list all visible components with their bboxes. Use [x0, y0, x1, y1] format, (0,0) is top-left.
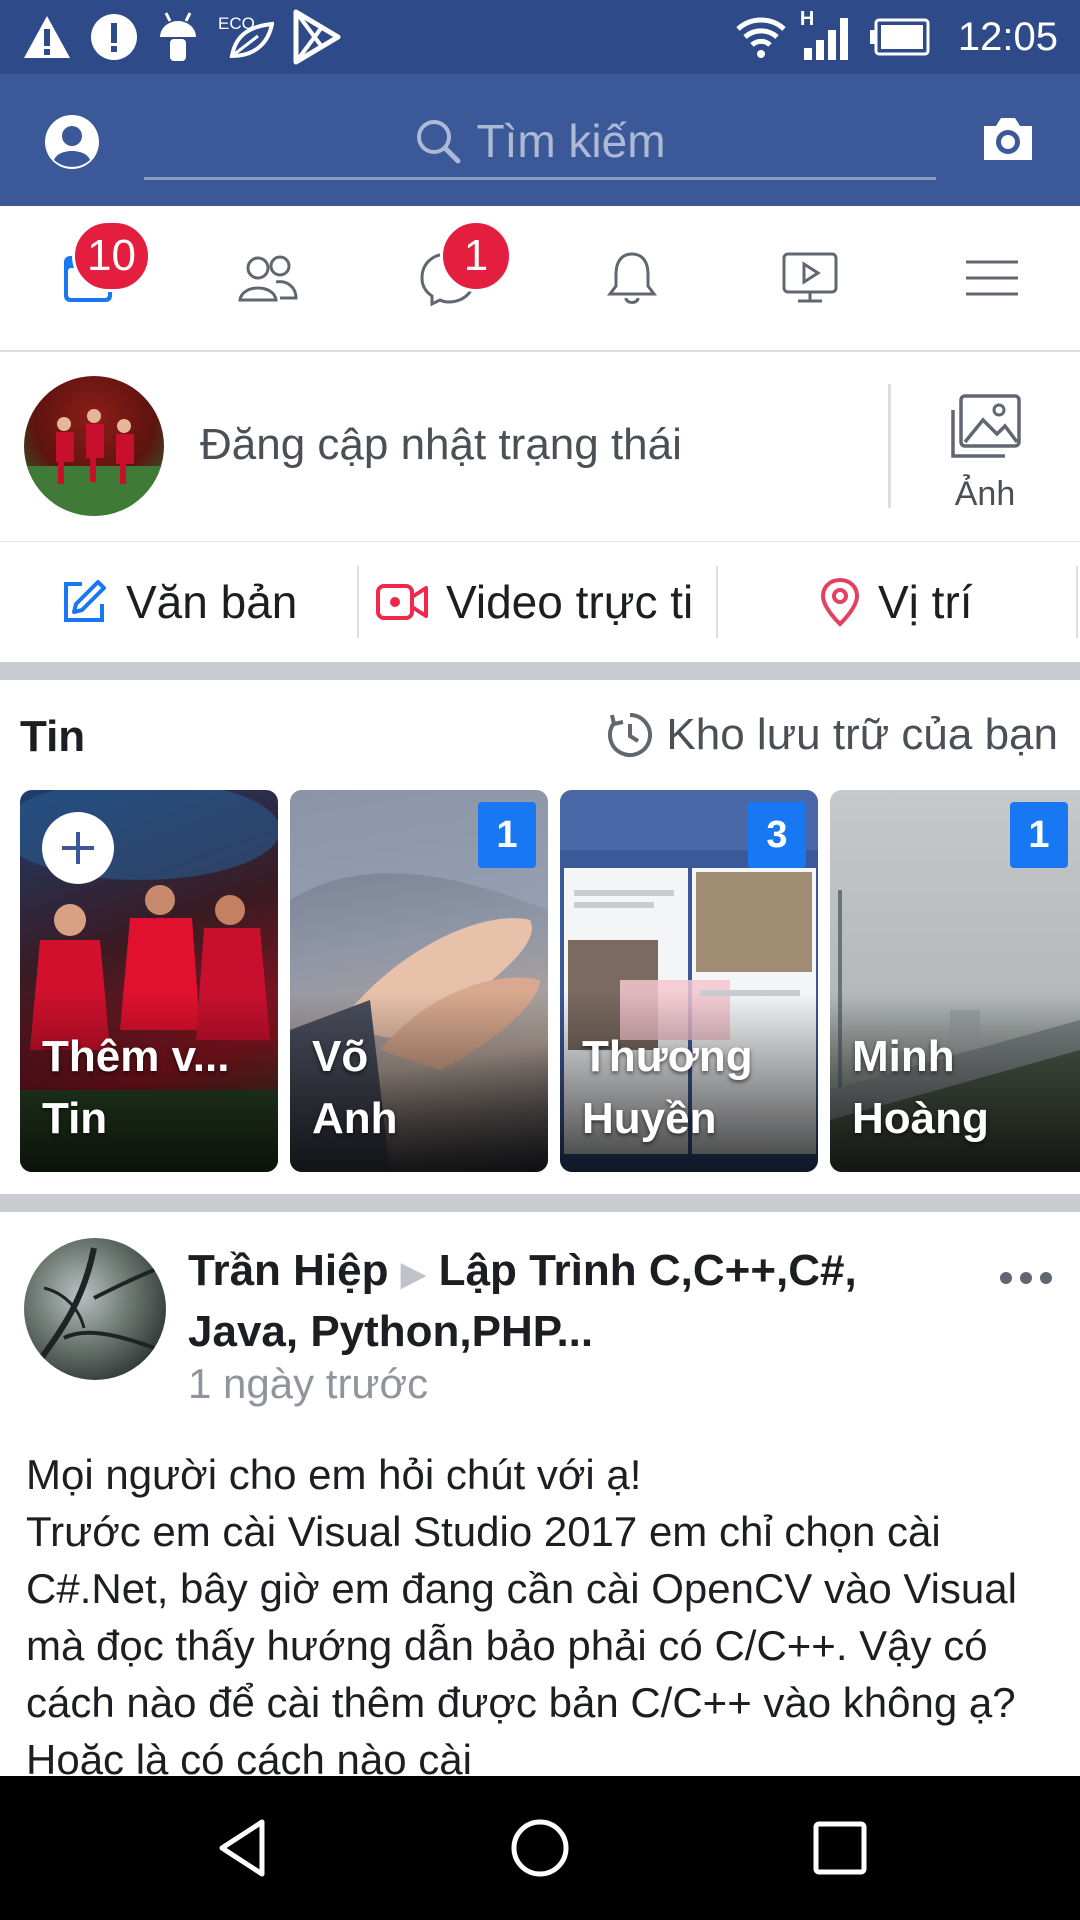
tab-friends[interactable]	[236, 248, 306, 308]
location-icon	[820, 577, 860, 627]
tab-news-feed[interactable]: 10	[58, 220, 151, 308]
story-name-line1: Thêm v...	[42, 1032, 230, 1081]
story-card[interactable]: 1 Võ Anh	[290, 790, 548, 1172]
nav-tabs: 10 1	[0, 206, 1080, 352]
story-count-badge: 1	[1010, 802, 1068, 868]
android-icon	[160, 12, 196, 61]
battery-icon	[869, 18, 930, 56]
text-label: Văn bản	[126, 576, 298, 628]
stories-title: Tin	[20, 712, 86, 761]
add-story-button[interactable]	[42, 812, 114, 884]
messenger-badge: 1	[440, 220, 512, 292]
photo-icon	[951, 394, 1021, 458]
story-archive-link[interactable]: Kho lưu trữ của bạn	[606, 710, 1058, 760]
avatar[interactable]	[24, 376, 164, 516]
search-placeholder: Tìm kiếm	[476, 114, 666, 167]
section-divider	[0, 662, 1080, 680]
menu-icon	[966, 260, 1018, 296]
search-icon	[417, 119, 461, 163]
story-count-badge: 1	[478, 802, 536, 868]
app-header: Tìm kiếm	[0, 74, 1080, 206]
post-timestamp[interactable]: 1 ngày trước	[188, 1360, 428, 1408]
post-body: Mọi người cho em hỏi chút với ạ! Trước e…	[26, 1451, 1017, 1776]
story-name: Thương Huyền	[582, 1026, 802, 1150]
search-bar[interactable]: Tìm kiếm	[144, 104, 936, 180]
system-navigation-bar	[0, 1776, 1080, 1920]
story-name-line1: Minh	[852, 1032, 955, 1081]
live-video-label: Video trực ti	[446, 576, 694, 628]
play-store-icon	[293, 9, 341, 65]
story-name-line1: Võ	[312, 1032, 369, 1081]
watch-icon	[782, 252, 838, 303]
status-bar: ECO H 12:05	[0, 0, 1080, 74]
recents-icon[interactable]	[808, 1816, 872, 1880]
composer-actions: Văn bản Video trực ti Vị trí	[0, 542, 1080, 662]
story-name: Minh Hoàng	[852, 1026, 1072, 1150]
action-divider	[716, 566, 718, 638]
warning-icon	[24, 16, 70, 58]
news-feed-badge: 10	[72, 220, 151, 292]
story-count-badge: 3	[748, 802, 806, 868]
clock-icon	[608, 713, 653, 757]
bell-icon	[607, 252, 657, 304]
wifi-icon	[736, 17, 786, 58]
more-options-icon[interactable]	[998, 1268, 1054, 1288]
plus-icon	[62, 832, 94, 864]
status-time: 12:05	[957, 14, 1058, 59]
location-button[interactable]: Vị trí	[820, 542, 973, 662]
live-video-icon	[376, 584, 428, 620]
story-name-line2: Anh	[312, 1094, 398, 1143]
post-author-avatar[interactable]	[24, 1238, 166, 1380]
profile-icon[interactable]	[44, 114, 100, 170]
location-label: Vị trí	[878, 576, 973, 628]
story-name-line2: Hoàng	[852, 1094, 989, 1143]
story-name-line2: Huyền	[582, 1094, 717, 1143]
story-card[interactable]: 1 Minh Hoàng	[830, 790, 1080, 1172]
status-composer: Đăng cập nhật trạng thái Ảnh	[0, 352, 1080, 542]
home-icon[interactable]	[508, 1816, 572, 1880]
story-name: Võ Anh	[312, 1026, 532, 1150]
composer-divider	[888, 384, 891, 508]
post-author-name[interactable]: Trần Hiệp	[188, 1246, 389, 1295]
status-prompt[interactable]: Đăng cập nhật trạng thái	[200, 420, 682, 470]
action-divider	[1076, 566, 1078, 638]
story-card-add[interactable]: Thêm v... Tin	[20, 790, 278, 1172]
tab-notifications[interactable]	[602, 248, 672, 308]
photo-label: Ảnh	[954, 475, 1016, 513]
story-name-line2: Tin	[42, 1094, 108, 1143]
stories-header: Tin Kho lưu trữ của bạn	[0, 690, 1080, 780]
edit-icon	[64, 580, 106, 622]
story-name-line1: Thương	[582, 1032, 753, 1081]
archive-label: Kho lưu trữ của bạn	[666, 710, 1058, 759]
story-name: Thêm v... Tin	[42, 1026, 262, 1150]
signal-icon: H	[800, 8, 856, 62]
tab-menu[interactable]	[962, 248, 1032, 308]
text-button[interactable]: Văn bản	[60, 542, 297, 662]
photo-button[interactable]: Ảnh	[940, 392, 1030, 522]
action-divider	[357, 566, 359, 638]
friends-icon	[238, 255, 298, 302]
alert-icon	[91, 14, 137, 60]
post-header: Trần Hiệp ▶ Lập Trình C,C++,C#, Java, Pyth…	[188, 1242, 928, 1361]
eco-leaf-icon: ECO	[218, 12, 274, 62]
post-arrow: ▶	[400, 1255, 427, 1293]
back-icon[interactable]	[210, 1816, 274, 1880]
live-video-button[interactable]: Video trực ti	[376, 542, 693, 662]
tab-messenger[interactable]: 1	[418, 220, 512, 308]
camera-icon[interactable]	[980, 114, 1036, 164]
section-divider	[0, 1194, 1080, 1212]
tab-watch[interactable]	[780, 248, 850, 308]
story-card[interactable]: 3 Thương Huyền	[560, 790, 818, 1172]
